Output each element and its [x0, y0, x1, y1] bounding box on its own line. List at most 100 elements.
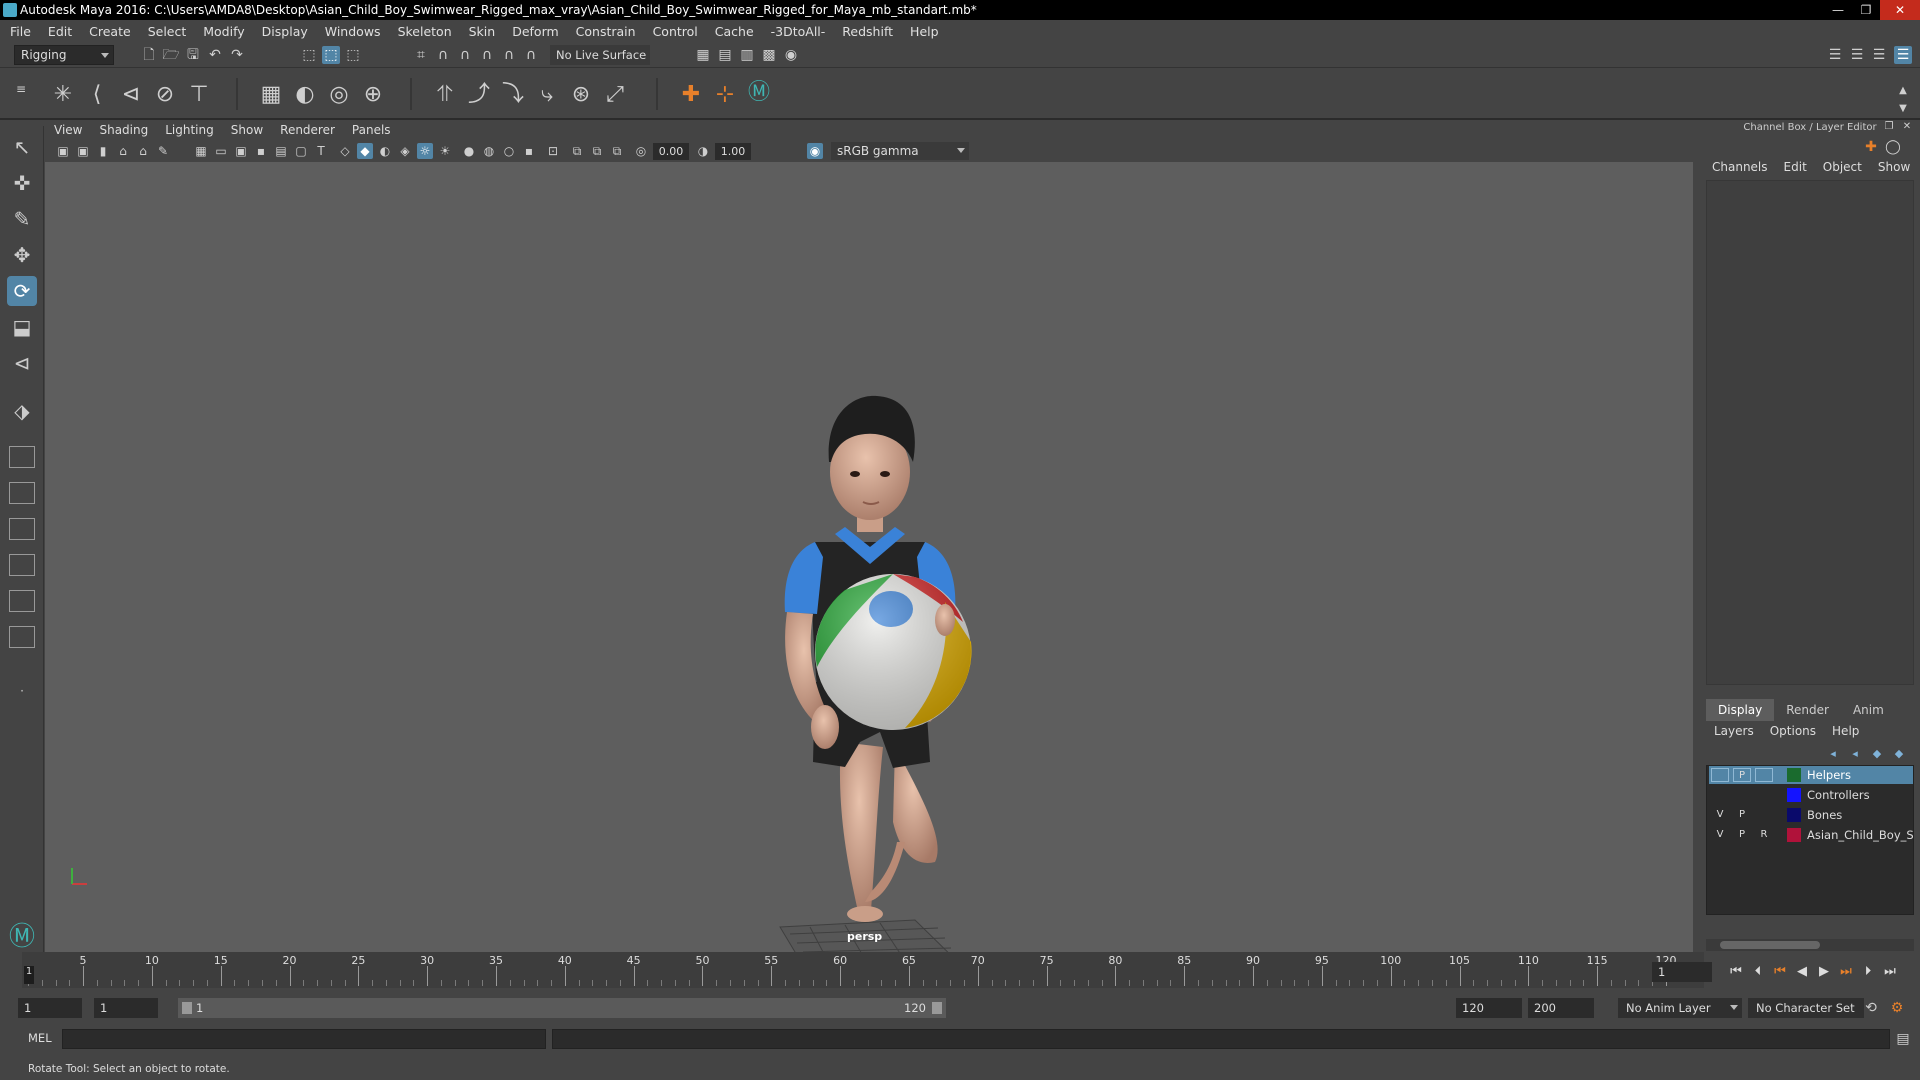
maximize-button[interactable]: ❐ [1852, 0, 1880, 20]
current-time-marker[interactable]: 1 [24, 966, 34, 984]
channel-box-toggle-icon[interactable]: ☰ [1894, 46, 1912, 64]
menu-modify[interactable]: Modify [203, 24, 244, 39]
character-set-dropdown[interactable]: No Character Set [1748, 998, 1864, 1018]
le-menu-options[interactable]: Options [1770, 721, 1816, 741]
outliner-layout-icon[interactable] [9, 518, 35, 540]
xray-joints-icon[interactable]: ⧉ [589, 143, 605, 159]
grid-toggle-icon[interactable]: ▦ [193, 143, 209, 159]
xray-components-icon[interactable]: ⧉ [609, 143, 625, 159]
screen-space-ao-icon[interactable]: ● [461, 143, 477, 159]
menu-skin[interactable]: Skin [469, 24, 496, 39]
exposure-icon[interactable]: ◎ [633, 143, 649, 159]
snap-view-plane-icon[interactable]: ∩ [478, 46, 496, 64]
channel-box-area[interactable] [1706, 180, 1914, 685]
wrap-icon[interactable]: ◎ [324, 80, 354, 110]
step-back-frame-icon[interactable]: ⏴ [1747, 962, 1769, 982]
maya-logo-icon[interactable]: Ⓜ [744, 78, 774, 108]
toolbox-options-icon[interactable]: · [7, 676, 37, 706]
menu-redshift[interactable]: Redshift [842, 24, 893, 39]
layer-row-mesh[interactable]: V P R Asian_Child_Boy_Swim [1709, 826, 1913, 844]
current-frame-field[interactable]: 1 [1652, 962, 1712, 982]
camera-select-icon[interactable]: ▣ [55, 143, 71, 159]
menu-constrain[interactable]: Constrain [576, 24, 636, 39]
menu-3dtoall[interactable]: -3DtoAll- [771, 24, 826, 39]
depth-of-field-icon[interactable]: ▪ [521, 143, 537, 159]
menu-select[interactable]: Select [148, 24, 187, 39]
shelf-options-icon[interactable]: ≡ [14, 74, 28, 104]
menu-edit[interactable]: Edit [48, 24, 72, 39]
shadows-icon[interactable]: ☀ [437, 143, 453, 159]
color-management-icon[interactable]: ◉ [807, 143, 823, 159]
animation-start-field[interactable]: 1 [18, 998, 82, 1018]
camera-attributes-icon[interactable]: ▣ [75, 143, 91, 159]
remove-joint-icon[interactable]: ⊤ [184, 80, 214, 110]
view-transform-dropdown[interactable]: sRGB gamma [831, 142, 969, 160]
tab-display[interactable]: Display [1706, 699, 1775, 721]
paint-select-tool-icon[interactable]: ✎ [7, 204, 37, 234]
playback-toggle[interactable] [1733, 788, 1751, 802]
parent-constraint-icon[interactable]: ⊹ [710, 80, 740, 110]
visibility-toggle[interactable]: V [1711, 808, 1729, 822]
range-bar[interactable]: 1 120 [178, 998, 946, 1018]
snap-curve-icon[interactable]: ∩ [434, 46, 452, 64]
visibility-toggle[interactable] [1711, 788, 1729, 802]
layer-color-swatch[interactable] [1787, 768, 1801, 782]
snap-surface-icon[interactable]: ∩ [500, 46, 518, 64]
layer-row-helpers[interactable]: P Helpers [1709, 766, 1913, 784]
auto-key-icon[interactable]: ⟲ [1862, 999, 1880, 1017]
motion-blur-icon[interactable]: ◍ [481, 143, 497, 159]
step-forward-key-icon[interactable]: ⏭ [1835, 962, 1857, 982]
node-editor-layout-icon[interactable] [9, 626, 35, 648]
new-scene-icon[interactable]: 🗋 [140, 46, 158, 64]
channel-box-settings-icon[interactable]: ◯ [1884, 138, 1902, 156]
panel-menu-show[interactable]: Show [231, 123, 263, 137]
snap-together-icon[interactable]: ∩ [522, 46, 540, 64]
cluster-icon[interactable]: ◐ [290, 80, 320, 110]
paint-weights-icon[interactable]: ⤷ [532, 80, 562, 110]
point-constraint-icon[interactable]: ✚ [676, 80, 706, 110]
film-gate-icon[interactable]: ▭ [213, 143, 229, 159]
play-forwards-icon[interactable]: ▶ [1813, 962, 1835, 982]
visibility-toggle[interactable]: V [1711, 828, 1729, 842]
layer-list-scrollbar[interactable] [1706, 939, 1914, 951]
menu-skeleton[interactable]: Skeleton [398, 24, 452, 39]
step-back-key-icon[interactable]: ⏮ [1769, 962, 1791, 982]
create-joint-icon[interactable]: ✳ [48, 80, 78, 110]
render-current-icon[interactable]: ▤ [716, 46, 734, 64]
live-surface-field[interactable]: No Live Surface [550, 45, 650, 65]
command-input[interactable] [62, 1029, 546, 1049]
select-object-icon[interactable]: ⬚ [322, 46, 340, 64]
select-tool-icon[interactable]: ↖ [7, 132, 37, 162]
move-layer-down-icon[interactable]: ◂ [1846, 745, 1864, 763]
layer-color-swatch[interactable] [1787, 808, 1801, 822]
gamma-icon[interactable]: ◑ [695, 143, 711, 159]
range-start-handle[interactable] [182, 1002, 192, 1014]
display-type-toggle[interactable] [1755, 768, 1773, 782]
close-dock-icon[interactable]: ✕ [1898, 118, 1916, 136]
modeling-toolkit-icon[interactable]: ☰ [1826, 46, 1844, 64]
last-tool-icon[interactable]: ⊲ [7, 348, 37, 378]
le-menu-help[interactable]: Help [1832, 721, 1859, 741]
lattice-icon[interactable]: ▦ [256, 80, 286, 110]
le-menu-layers[interactable]: Layers [1714, 721, 1754, 741]
perspective-viewport[interactable] [45, 162, 1693, 952]
nonlinear-icon[interactable]: ⊕ [358, 80, 388, 110]
scale-tool-icon[interactable]: ⬓ [7, 312, 37, 342]
undo-icon[interactable]: ↶ [206, 46, 224, 64]
panel-menu-shading[interactable]: Shading [99, 123, 148, 137]
hypershade-icon[interactable]: ◉ [782, 46, 800, 64]
menu-cache[interactable]: Cache [715, 24, 754, 39]
snap-point-icon[interactable]: ∩ [456, 46, 474, 64]
gate-mask-icon[interactable]: ▪ [253, 143, 269, 159]
cb-menu-edit[interactable]: Edit [1784, 160, 1807, 180]
time-slider[interactable]: 5 10 15 20 25 30 35 40 45 50 55 60 65 70 75 80 85 90 95 100… [22, 952, 1704, 988]
visibility-toggle[interactable] [1711, 768, 1729, 782]
select-hierarchy-icon[interactable]: ⬚ [300, 46, 318, 64]
render-settings-icon[interactable]: ▩ [760, 46, 778, 64]
safe-title-icon[interactable]: T [313, 143, 329, 159]
four-view-layout-icon[interactable] [9, 446, 35, 468]
channel-box-option-icon[interactable]: ✚ [1862, 138, 1880, 156]
redo-icon[interactable]: ↷ [228, 46, 246, 64]
menu-set-dropdown[interactable]: Rigging [14, 45, 114, 65]
layer-row-controllers[interactable]: Controllers [1709, 786, 1913, 804]
